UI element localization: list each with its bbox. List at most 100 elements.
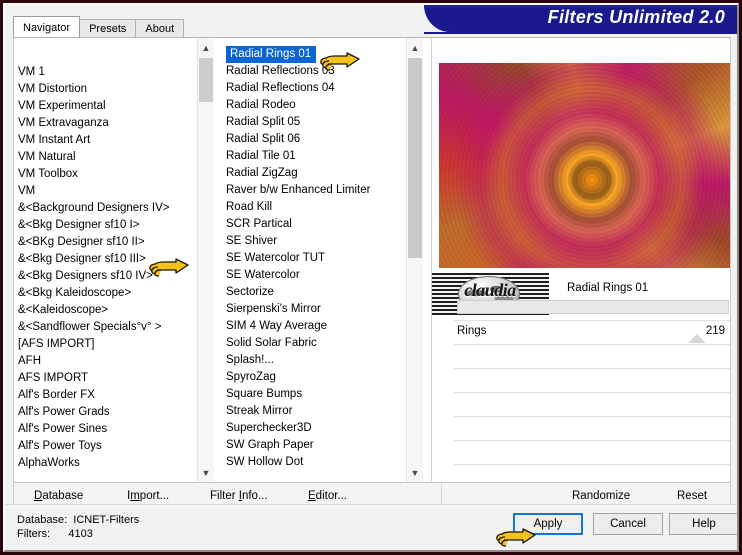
category-list-item[interactable]: VM 1 — [14, 64, 197, 81]
filter-list-item[interactable]: SE Shiver — [222, 233, 414, 250]
category-list-item[interactable]: &<Bkg Designer sf10 III> — [14, 251, 197, 268]
category-list-item[interactable]: &<BKg Designer sf10 II> — [14, 234, 197, 251]
cancel-button[interactable]: Cancel — [593, 513, 663, 535]
category-list-item[interactable]: [AFS IMPORT] — [14, 336, 197, 353]
filter-list-item[interactable]: Radial ZigZag — [222, 165, 414, 182]
category-list-item[interactable]: &<Kaleidoscope> — [14, 302, 197, 319]
tab-presets[interactable]: Presets — [79, 19, 137, 37]
title-banner: Filters Unlimited 2.0 — [424, 5, 737, 32]
parameter-area: Rings 219 — [432, 320, 730, 482]
category-list-item[interactable]: &<Bkg Designers sf10 IV> — [14, 268, 197, 285]
filter-preview-image[interactable] — [439, 63, 730, 268]
selected-filter-title: Radial Rings 01 — [567, 282, 649, 294]
parameter-slider-thumb[interactable] — [688, 334, 707, 343]
parameter-row[interactable] — [454, 345, 730, 369]
filter-list-item[interactable]: SpyroZag — [222, 369, 414, 386]
parameter-row[interactable]: Rings 219 — [454, 320, 730, 345]
editor-button[interactable]: Editor... — [308, 490, 347, 502]
filter-list-item[interactable]: Square Bumps — [222, 386, 414, 403]
filter-list[interactable]: Radial Rings 01 Radial Reflections 03 Radi… — [222, 38, 430, 482]
filter-list-item[interactable]: SW Hollow Dot — [222, 454, 414, 471]
category-list-item[interactable]: Alf's Power Sines — [14, 421, 197, 438]
database-button[interactable]: Database — [34, 490, 83, 502]
app-title: Filters Unlimited 2.0 — [547, 7, 725, 27]
filter-list-item[interactable]: SW Graph Paper — [222, 437, 414, 454]
filter-list-scrollbar[interactable]: ▲ ▼ — [406, 38, 423, 482]
category-scroll-thumb[interactable] — [199, 58, 213, 102]
category-list-item[interactable]: &<Bkg Designer sf10 I> — [14, 217, 197, 234]
randomize-button[interactable]: Randomize — [572, 490, 630, 502]
preset-strip[interactable] — [457, 300, 729, 314]
navigator-panel: VM 1 VM Distortion VM Experimental VM Extra… — [13, 38, 731, 483]
parameter-row[interactable] — [454, 465, 730, 482]
category-list-item[interactable]: VM Instant Art — [14, 132, 197, 149]
category-list-item[interactable]: AFH — [14, 353, 197, 370]
category-list-item[interactable]: VM — [14, 183, 197, 200]
category-list-item[interactable]: VM Toolbox — [14, 166, 197, 183]
filter-list-item[interactable]: Radial Tile 01 — [222, 148, 414, 165]
category-list-item[interactable]: Alf's Border FX — [14, 387, 197, 404]
parameter-value: 219 — [705, 325, 725, 337]
category-list-item[interactable]: VM Natural — [14, 149, 197, 166]
category-list-scrollbar[interactable]: ▲ ▼ — [197, 38, 214, 482]
database-info: Database: ICNET-Filters Filters: 4103 — [17, 513, 139, 541]
category-list-item[interactable]: Alf's Power Grads — [14, 404, 197, 421]
category-list-item[interactable]: VM Distortion — [14, 81, 197, 98]
chevron-down-icon[interactable]: ▼ — [198, 465, 214, 481]
filter-scroll-thumb[interactable] — [408, 58, 422, 258]
tab-about[interactable]: About — [135, 19, 185, 37]
category-list-items: VM 1 VM Distortion VM Experimental VM Extra… — [14, 64, 197, 482]
chevron-up-icon[interactable]: ▲ — [407, 40, 423, 56]
apply-button[interactable]: Apply — [513, 513, 583, 535]
filter-list-item[interactable]: SE Watercolor TUT — [222, 250, 414, 267]
tab-navigator[interactable]: Navigator — [13, 16, 81, 37]
category-list-item[interactable]: &<Bkg Kaleidoscope> — [14, 285, 197, 302]
import-button[interactable]: Import... — [127, 490, 169, 502]
window-client-area: Filters Unlimited 2.0 Navigator Presets … — [3, 3, 739, 552]
filter-list-item[interactable]: Radial Reflections 04 — [222, 80, 414, 97]
category-list[interactable]: VM 1 VM Distortion VM Experimental VM Extra… — [14, 38, 213, 482]
filter-list-item[interactable]: Radial Split 05 — [222, 114, 414, 131]
tab-underline — [13, 37, 731, 38]
filter-list-item[interactable]: SCR Partical — [222, 216, 414, 233]
watermark-text: claudia — [464, 280, 516, 300]
filter-list-item[interactable]: Superchecker3D — [222, 420, 414, 437]
filter-list-item[interactable]: SE Watercolor — [222, 267, 414, 284]
category-list-item[interactable]: Alf's Power Toys — [14, 438, 197, 455]
filter-list-item[interactable]: Radial Reflections 03 — [222, 63, 414, 80]
filter-list-item[interactable]: SIM 4 Way Average — [222, 318, 414, 335]
parameter-row[interactable] — [454, 369, 730, 393]
category-list-item[interactable]: VM Extravaganza — [14, 115, 197, 132]
filter-list-item[interactable]: Solid Solar Fabric — [222, 335, 414, 352]
tabstrip: Navigator Presets About — [13, 16, 185, 37]
filter-list-item[interactable]: Splash!... — [222, 352, 414, 369]
category-list-item-label: &<Bkg Designer sf10 III> — [18, 253, 146, 265]
filter-list-items: Radial Rings 01 Radial Reflections 03 Radi… — [222, 46, 414, 482]
category-list-item[interactable]: VM Experimental — [14, 98, 197, 115]
filter-list-item[interactable]: Radial Split 06 — [222, 131, 414, 148]
filter-list-item-label-selected: Radial Rings 01 — [226, 46, 317, 63]
filter-list-item[interactable]: Road Kill — [222, 199, 414, 216]
chevron-up-icon[interactable]: ▲ — [198, 40, 214, 56]
parameter-row[interactable] — [454, 393, 730, 417]
parameter-row[interactable] — [454, 441, 730, 465]
parameter-label: Rings — [457, 325, 487, 337]
reset-button[interactable]: Reset — [677, 490, 707, 502]
filter-list-item[interactable]: Raver b/w Enhanced Limiter — [222, 182, 414, 199]
category-list-item[interactable]: &<Background Designers IV> — [14, 200, 197, 217]
filter-list-item[interactable]: Streak Mirror — [222, 403, 414, 420]
category-list-item[interactable]: AFS IMPORT — [14, 370, 197, 387]
filter-list-item[interactable]: Sectorize — [222, 284, 414, 301]
filter-info-button[interactable]: Filter Info... — [210, 490, 268, 502]
database-name-line: Database: ICNET-Filters — [17, 514, 140, 526]
parameter-row[interactable] — [454, 417, 730, 441]
category-list-item[interactable]: AlphaWorks — [14, 455, 197, 472]
help-button[interactable]: Help — [669, 513, 737, 535]
filter-list-item[interactable]: Sierpenski's Mirror — [222, 301, 414, 318]
category-list-item[interactable]: &<Sandflower Specials°v° > — [14, 319, 197, 336]
filter-list-item[interactable]: Radial Rings 01 — [222, 46, 414, 63]
filter-list-item[interactable]: Radial Rodeo — [222, 97, 414, 114]
filters-count-line: Filters: 4103 — [17, 528, 93, 540]
footer-bar: Database: ICNET-Filters Filters: 4103 Ap… — [5, 504, 737, 550]
chevron-down-icon[interactable]: ▼ — [407, 465, 423, 481]
